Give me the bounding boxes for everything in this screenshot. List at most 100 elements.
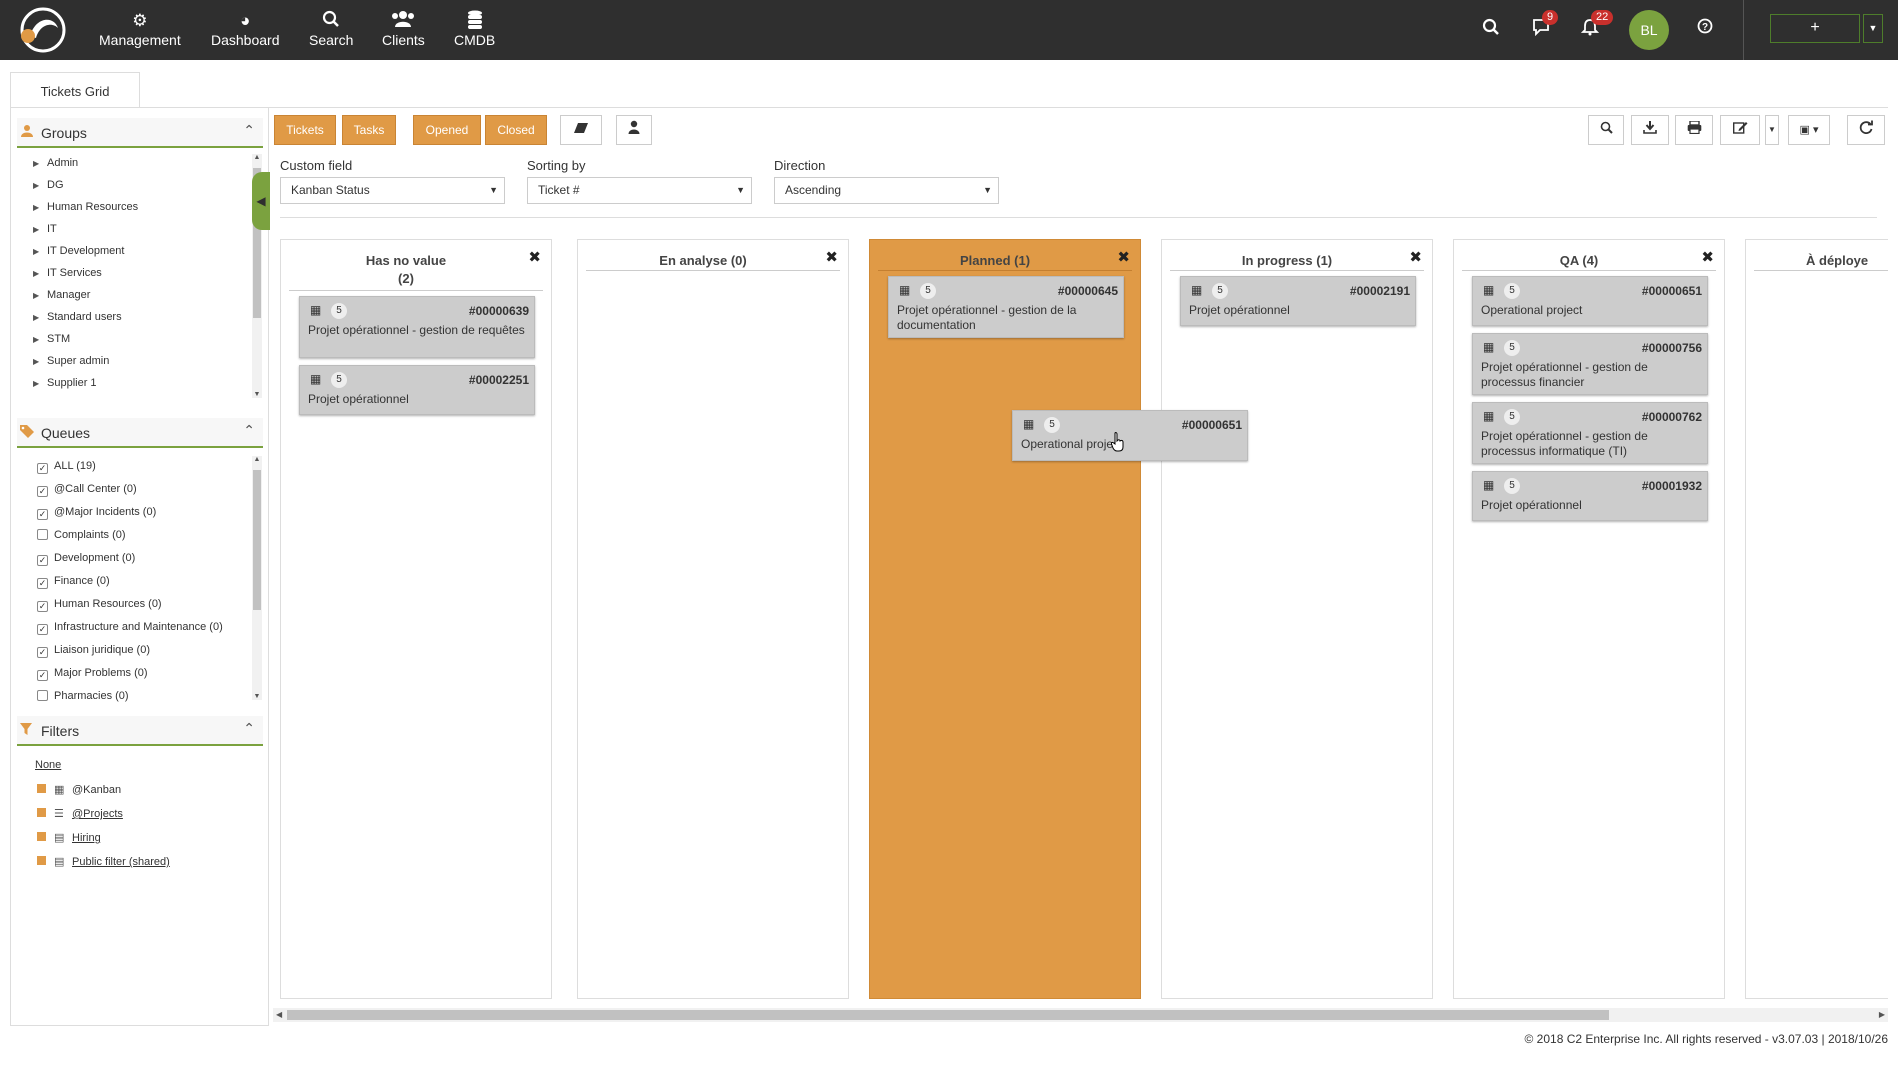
close-icon[interactable]: ✖ <box>528 248 541 266</box>
kanban-column[interactable]: In progress (1) ✖ ▦ 5 #00002191 Projet o… <box>1161 239 1433 999</box>
bell-icon[interactable]: 22 <box>1580 10 1614 41</box>
expand-icon[interactable]: ▶ <box>33 159 47 168</box>
kanban-column[interactable]: Has no value (2) ✖ ▦ 5 #00000639 Projet o… <box>280 239 552 999</box>
scroll-up-icon[interactable]: ▲ <box>252 456 262 463</box>
queue-item[interactable]: ✓ ALL (19) <box>37 460 96 474</box>
group-item[interactable]: ▶ IT Services <box>33 267 102 279</box>
queue-item[interactable]: ✓ Finance (0) <box>37 575 110 589</box>
scroll-down-icon[interactable]: ▼ <box>252 391 262 398</box>
nav-management[interactable]: ⚙ Management <box>99 10 181 48</box>
expand-icon[interactable]: ▶ <box>33 225 47 234</box>
ticket-card[interactable]: ▦ 5 #00002251 Projet opérationnel <box>299 365 535 415</box>
add-button[interactable]: + <box>1770 14 1860 43</box>
ticket-card[interactable]: ▦ 5 #00000762 Projet opérationnel - gest… <box>1472 402 1708 464</box>
group-item[interactable]: ▶ Manager <box>33 289 90 301</box>
queue-item[interactable]: ✓ Major Problems (0) <box>37 667 148 681</box>
ticket-card[interactable]: ▦ 5 #00000651 Operational project <box>1472 276 1708 326</box>
ticket-card[interactable]: ▦ 5 #00000756 Projet opérationnel - gest… <box>1472 333 1708 395</box>
download-button[interactable] <box>1631 115 1669 145</box>
ticket-card[interactable]: ▦ 5 #00001932 Projet opérationnel <box>1472 471 1708 521</box>
close-icon[interactable]: ✖ <box>825 248 838 266</box>
group-item[interactable]: ▶ Human Resources <box>33 201 138 213</box>
queue-item[interactable]: ✓ Infrastructure and Maintenance (0) <box>37 621 223 635</box>
horizontal-scrollbar[interactable]: ◀ ▶ <box>273 1008 1888 1022</box>
queue-item[interactable]: Complaints (0) <box>37 529 126 541</box>
nav-search[interactable]: Search <box>309 10 353 48</box>
checkbox[interactable]: ✓ <box>37 509 48 520</box>
nav-dashboard[interactable]: ◕ Dashboard <box>211 10 280 48</box>
ticket-card[interactable]: ▦ 5 #00002191 Projet opérationnel <box>1180 276 1416 326</box>
dragging-ticket-card[interactable]: ▦ 5 #00000651 Operational project <box>1012 410 1248 461</box>
avatar[interactable]: BL <box>1629 10 1669 50</box>
expand-icon[interactable]: ▶ <box>33 203 47 212</box>
tab-tickets-grid[interactable]: Tickets Grid <box>10 72 140 108</box>
expand-icon[interactable]: ▶ <box>33 291 47 300</box>
kanban-column[interactable]: En analyse (0) ✖ <box>577 239 849 999</box>
filter-item[interactable]: ▤ Public filter (shared) <box>37 855 170 868</box>
checkbox[interactable]: ✓ <box>37 463 48 474</box>
ticket-card[interactable]: ▦ 5 #00000645 Projet opérationnel - gest… <box>888 276 1124 338</box>
kanban-column[interactable]: À déploye <box>1745 239 1888 999</box>
tasks-button[interactable]: Tasks <box>342 115 396 145</box>
help-icon[interactable]: ? <box>1697 18 1713 39</box>
groups-header[interactable]: Groups ⌃ <box>17 118 263 148</box>
queue-item[interactable]: ✓ @Major Incidents (0) <box>37 506 156 520</box>
close-icon[interactable]: ✖ <box>1117 248 1130 266</box>
expand-icon[interactable]: ▶ <box>33 379 47 388</box>
group-item[interactable]: ▶ IT <box>33 223 57 235</box>
checkbox[interactable] <box>37 529 48 540</box>
expand-icon[interactable]: ▶ <box>33 181 47 190</box>
tickets-button[interactable]: Tickets <box>274 115 336 145</box>
queue-item[interactable]: Pharmacies (0) <box>37 690 129 702</box>
custom-field-select[interactable]: Kanban Status ▼ <box>280 177 505 204</box>
checkbox[interactable]: ✓ <box>37 647 48 658</box>
filter-item[interactable]: ▦ @Kanban <box>37 783 121 796</box>
scroll-left-icon[interactable]: ◀ <box>276 1008 282 1022</box>
nav-clients[interactable]: Clients <box>382 10 425 48</box>
group-item[interactable]: ▶ DG <box>33 179 64 191</box>
scroll-thumb[interactable] <box>253 470 261 610</box>
queue-item[interactable]: ✓ Human Resources (0) <box>37 598 162 612</box>
scroll-right-icon[interactable]: ▶ <box>1879 1008 1885 1022</box>
zoom-button[interactable] <box>1588 115 1624 145</box>
expand-icon[interactable]: ▶ <box>33 335 47 344</box>
group-item[interactable]: ▶ Super admin <box>33 355 109 367</box>
expand-icon[interactable]: ▶ <box>33 269 47 278</box>
collapse-icon[interactable]: ⌃ <box>243 720 255 737</box>
filter-item[interactable]: ▤ Hiring <box>37 831 101 844</box>
ticket-card[interactable]: ▦ 5 #00000639 Projet opérationnel - gest… <box>299 296 535 358</box>
checkbox[interactable]: ✓ <box>37 486 48 497</box>
collapse-icon[interactable]: ⌃ <box>243 122 255 139</box>
messages-icon[interactable]: 9 <box>1532 10 1559 41</box>
queue-item[interactable]: ✓ @Call Center (0) <box>37 483 137 497</box>
closed-button[interactable]: Closed <box>485 115 547 145</box>
checkbox[interactable]: ✓ <box>37 670 48 681</box>
user-button[interactable] <box>616 115 652 145</box>
layout-button[interactable]: ▣ ▾ <box>1788 115 1830 145</box>
opened-button[interactable]: Opened <box>413 115 481 145</box>
checkbox[interactable]: ✓ <box>37 601 48 612</box>
kanban-column[interactable]: QA (4) ✖ ▦ 5 #00000651 Operational proje… <box>1453 239 1725 999</box>
expand-icon[interactable]: ▶ <box>33 357 47 366</box>
checkbox[interactable]: ✓ <box>37 578 48 589</box>
scroll-down-icon[interactable]: ▼ <box>252 693 262 700</box>
sorting-select[interactable]: Ticket # ▼ <box>527 177 752 204</box>
refresh-button[interactable] <box>1847 115 1885 145</box>
group-item[interactable]: ▶ Admin <box>33 157 78 169</box>
filter-none-link[interactable]: None <box>35 759 61 771</box>
filters-header[interactable]: Filters ⌃ <box>17 716 263 746</box>
group-item[interactable]: ▶ Standard users <box>33 311 122 323</box>
eraser-button[interactable] <box>560 115 602 145</box>
edit-dropdown-button[interactable]: ▼ <box>1765 115 1779 145</box>
queue-item[interactable]: ✓ Liaison juridique (0) <box>37 644 150 658</box>
queues-scrollbar[interactable]: ▲ ▼ <box>252 456 262 700</box>
print-button[interactable] <box>1675 115 1713 145</box>
queue-item[interactable]: ✓ Development (0) <box>37 552 135 566</box>
scroll-thumb[interactable] <box>287 1010 1609 1020</box>
group-item[interactable]: ▶ STM <box>33 333 70 345</box>
checkbox[interactable]: ✓ <box>37 624 48 635</box>
group-item[interactable]: ▶ IT Development <box>33 245 124 257</box>
queues-header[interactable]: Queues ⌃ <box>17 418 263 448</box>
collapse-panel-button[interactable]: ◀ <box>252 172 270 230</box>
group-item[interactable]: ▶ Supplier 1 <box>33 377 97 389</box>
